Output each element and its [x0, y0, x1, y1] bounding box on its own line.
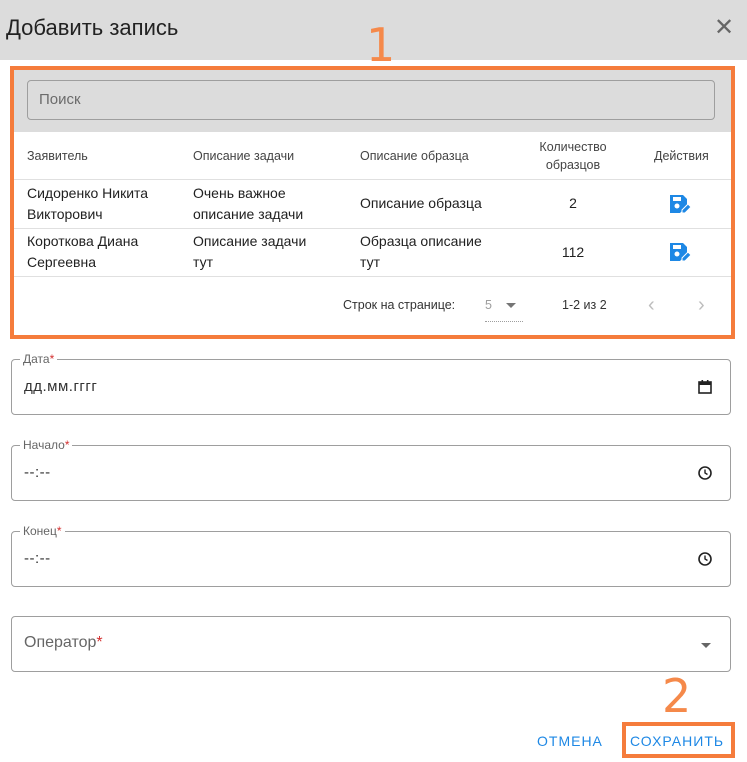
clock-icon[interactable]: [697, 465, 713, 481]
calendar-icon[interactable]: [697, 379, 713, 395]
start-time-value: --:--: [24, 464, 51, 481]
annotation-highlight-2: [622, 722, 735, 758]
date-field-label: Дата*: [20, 352, 58, 366]
start-time-field[interactable]: Начало* --:--: [11, 438, 731, 501]
annotation-highlight-1: [10, 66, 735, 339]
date-field-value: дд.мм.гггг: [24, 378, 98, 395]
operator-select[interactable]: Оператор*: [11, 616, 731, 672]
start-time-label: Начало*: [20, 438, 73, 452]
end-time-value: --:--: [24, 550, 51, 567]
chevron-down-icon[interactable]: [701, 643, 711, 648]
annotation-label-2: 2: [662, 669, 692, 723]
cancel-button[interactable]: ОТМЕНА: [537, 733, 603, 749]
date-field[interactable]: Дата* дд.мм.гггг: [11, 352, 731, 415]
end-time-field[interactable]: Конец* --:--: [11, 524, 731, 587]
operator-label: Оператор*: [24, 634, 103, 651]
dialog-title: Добавить запись: [6, 15, 179, 40]
annotation-label-1: 1: [366, 18, 396, 72]
clock-icon[interactable]: [697, 551, 713, 567]
end-time-label: Конец*: [20, 524, 65, 538]
close-icon[interactable]: ✕: [712, 16, 736, 40]
